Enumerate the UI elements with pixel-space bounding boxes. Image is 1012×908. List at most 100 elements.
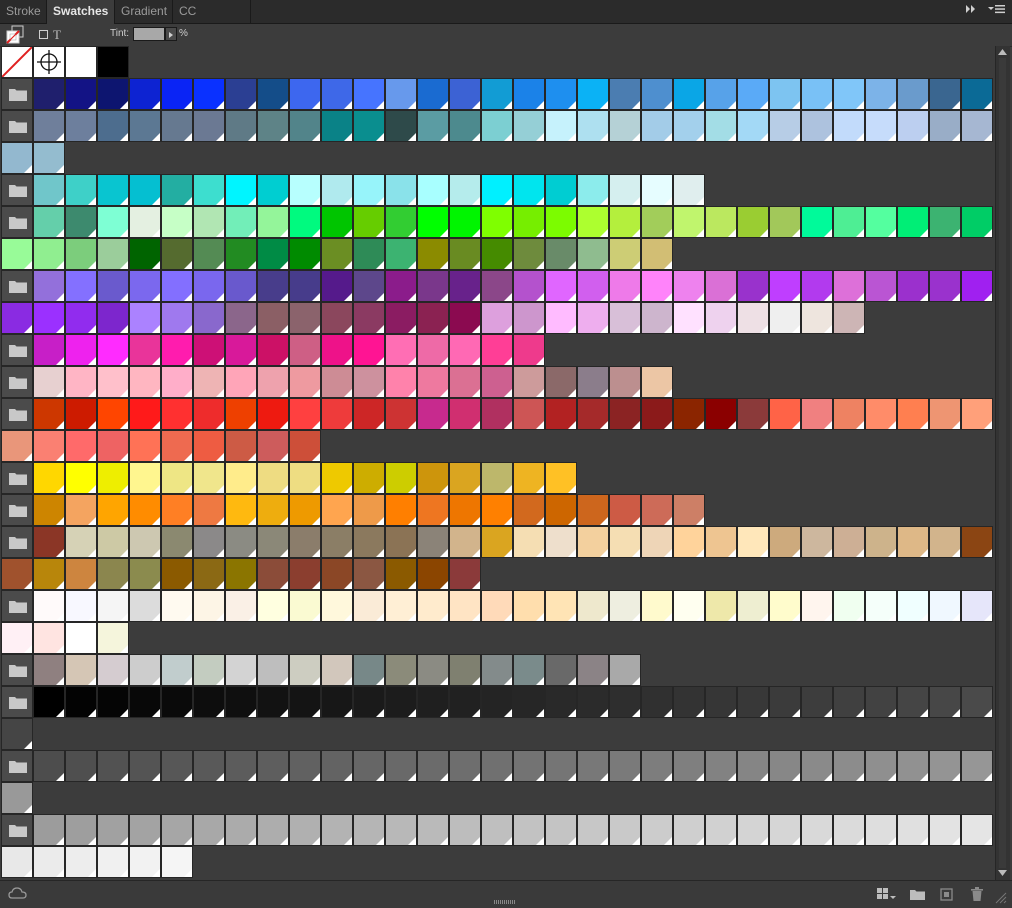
color-swatch[interactable] [673, 302, 705, 334]
color-swatch[interactable] [897, 78, 929, 110]
color-swatch[interactable] [481, 174, 513, 206]
color-swatch[interactable] [545, 270, 577, 302]
color-swatch[interactable] [289, 270, 321, 302]
color-swatch[interactable] [801, 398, 833, 430]
color-swatch[interactable] [449, 270, 481, 302]
color-swatch[interactable] [929, 750, 961, 782]
color-swatch[interactable] [193, 78, 225, 110]
color-swatch[interactable] [321, 590, 353, 622]
color-swatch[interactable] [673, 206, 705, 238]
color-swatch[interactable] [193, 558, 225, 590]
color-swatch[interactable] [929, 270, 961, 302]
color-swatch[interactable] [961, 206, 993, 238]
color-swatch[interactable] [33, 750, 65, 782]
color-swatch[interactable] [1, 846, 33, 878]
color-swatch[interactable] [865, 110, 897, 142]
color-swatch[interactable] [65, 46, 97, 78]
color-swatch[interactable] [97, 750, 129, 782]
color-swatch[interactable] [97, 46, 129, 78]
color-swatch[interactable] [289, 814, 321, 846]
color-swatch[interactable] [225, 814, 257, 846]
color-swatch[interactable] [833, 398, 865, 430]
color-swatch[interactable] [577, 206, 609, 238]
color-swatch[interactable] [737, 302, 769, 334]
color-swatch[interactable] [193, 366, 225, 398]
color-swatch[interactable] [353, 462, 385, 494]
color-swatch[interactable] [193, 686, 225, 718]
color-swatch[interactable] [865, 78, 897, 110]
color-swatch[interactable] [129, 654, 161, 686]
color-swatch[interactable] [321, 302, 353, 334]
color-swatch[interactable] [97, 846, 129, 878]
color-swatch[interactable] [161, 174, 193, 206]
color-swatch[interactable] [737, 270, 769, 302]
color-swatch[interactable] [161, 206, 193, 238]
color-group-folder-icon[interactable] [1, 206, 33, 238]
color-swatch[interactable] [449, 238, 481, 270]
color-swatch[interactable] [577, 398, 609, 430]
color-swatch[interactable] [545, 174, 577, 206]
color-swatch[interactable] [577, 590, 609, 622]
color-swatch[interactable] [65, 814, 97, 846]
color-swatch[interactable] [129, 398, 161, 430]
color-swatch[interactable] [1, 622, 33, 654]
color-swatch[interactable] [513, 334, 545, 366]
color-swatch[interactable] [897, 398, 929, 430]
color-swatch[interactable] [641, 494, 673, 526]
color-swatch[interactable] [897, 686, 929, 718]
color-swatch[interactable] [65, 270, 97, 302]
color-swatch[interactable] [385, 814, 417, 846]
color-swatch[interactable] [769, 686, 801, 718]
color-swatch[interactable] [289, 110, 321, 142]
text-format-icon[interactable]: T [53, 27, 61, 43]
color-swatch[interactable] [33, 462, 65, 494]
color-swatch[interactable] [33, 334, 65, 366]
color-swatch[interactable] [481, 366, 513, 398]
color-swatch[interactable] [481, 686, 513, 718]
color-swatch[interactable] [929, 398, 961, 430]
color-swatch[interactable] [705, 270, 737, 302]
color-swatch[interactable] [353, 654, 385, 686]
color-swatch[interactable] [417, 270, 449, 302]
color-swatch[interactable] [545, 302, 577, 334]
collapse-panel-icon[interactable] [965, 4, 977, 19]
color-swatch[interactable] [417, 590, 449, 622]
color-swatch[interactable] [929, 206, 961, 238]
color-swatch[interactable] [417, 462, 449, 494]
color-swatch[interactable] [513, 110, 545, 142]
color-swatch[interactable] [545, 686, 577, 718]
color-swatch[interactable] [1, 782, 33, 814]
color-swatch[interactable] [481, 110, 513, 142]
color-swatch[interactable] [97, 334, 129, 366]
color-swatch[interactable] [449, 78, 481, 110]
color-swatch[interactable] [481, 334, 513, 366]
color-swatch[interactable] [161, 494, 193, 526]
color-swatch[interactable] [289, 366, 321, 398]
show-swatch-kinds-icon[interactable] [876, 885, 896, 903]
color-swatch[interactable] [961, 750, 993, 782]
color-swatch[interactable] [961, 270, 993, 302]
color-swatch[interactable] [65, 750, 97, 782]
color-swatch[interactable] [801, 590, 833, 622]
color-swatch[interactable] [257, 334, 289, 366]
color-swatch[interactable] [129, 686, 161, 718]
color-swatch[interactable] [641, 366, 673, 398]
color-swatch[interactable] [385, 302, 417, 334]
color-swatch[interactable] [705, 814, 737, 846]
color-swatch[interactable] [449, 398, 481, 430]
color-swatch[interactable] [609, 110, 641, 142]
color-swatch[interactable] [33, 206, 65, 238]
color-swatch[interactable] [577, 814, 609, 846]
color-swatch[interactable] [417, 750, 449, 782]
color-swatch[interactable] [289, 526, 321, 558]
color-swatch[interactable] [289, 590, 321, 622]
color-swatch[interactable] [193, 398, 225, 430]
color-group-folder-icon[interactable] [1, 334, 33, 366]
color-swatch[interactable] [257, 78, 289, 110]
color-swatch[interactable] [609, 494, 641, 526]
color-group-folder-icon[interactable] [1, 686, 33, 718]
color-swatch[interactable] [737, 750, 769, 782]
color-swatch[interactable] [33, 622, 65, 654]
color-swatch[interactable] [961, 814, 993, 846]
color-swatch[interactable] [97, 366, 129, 398]
